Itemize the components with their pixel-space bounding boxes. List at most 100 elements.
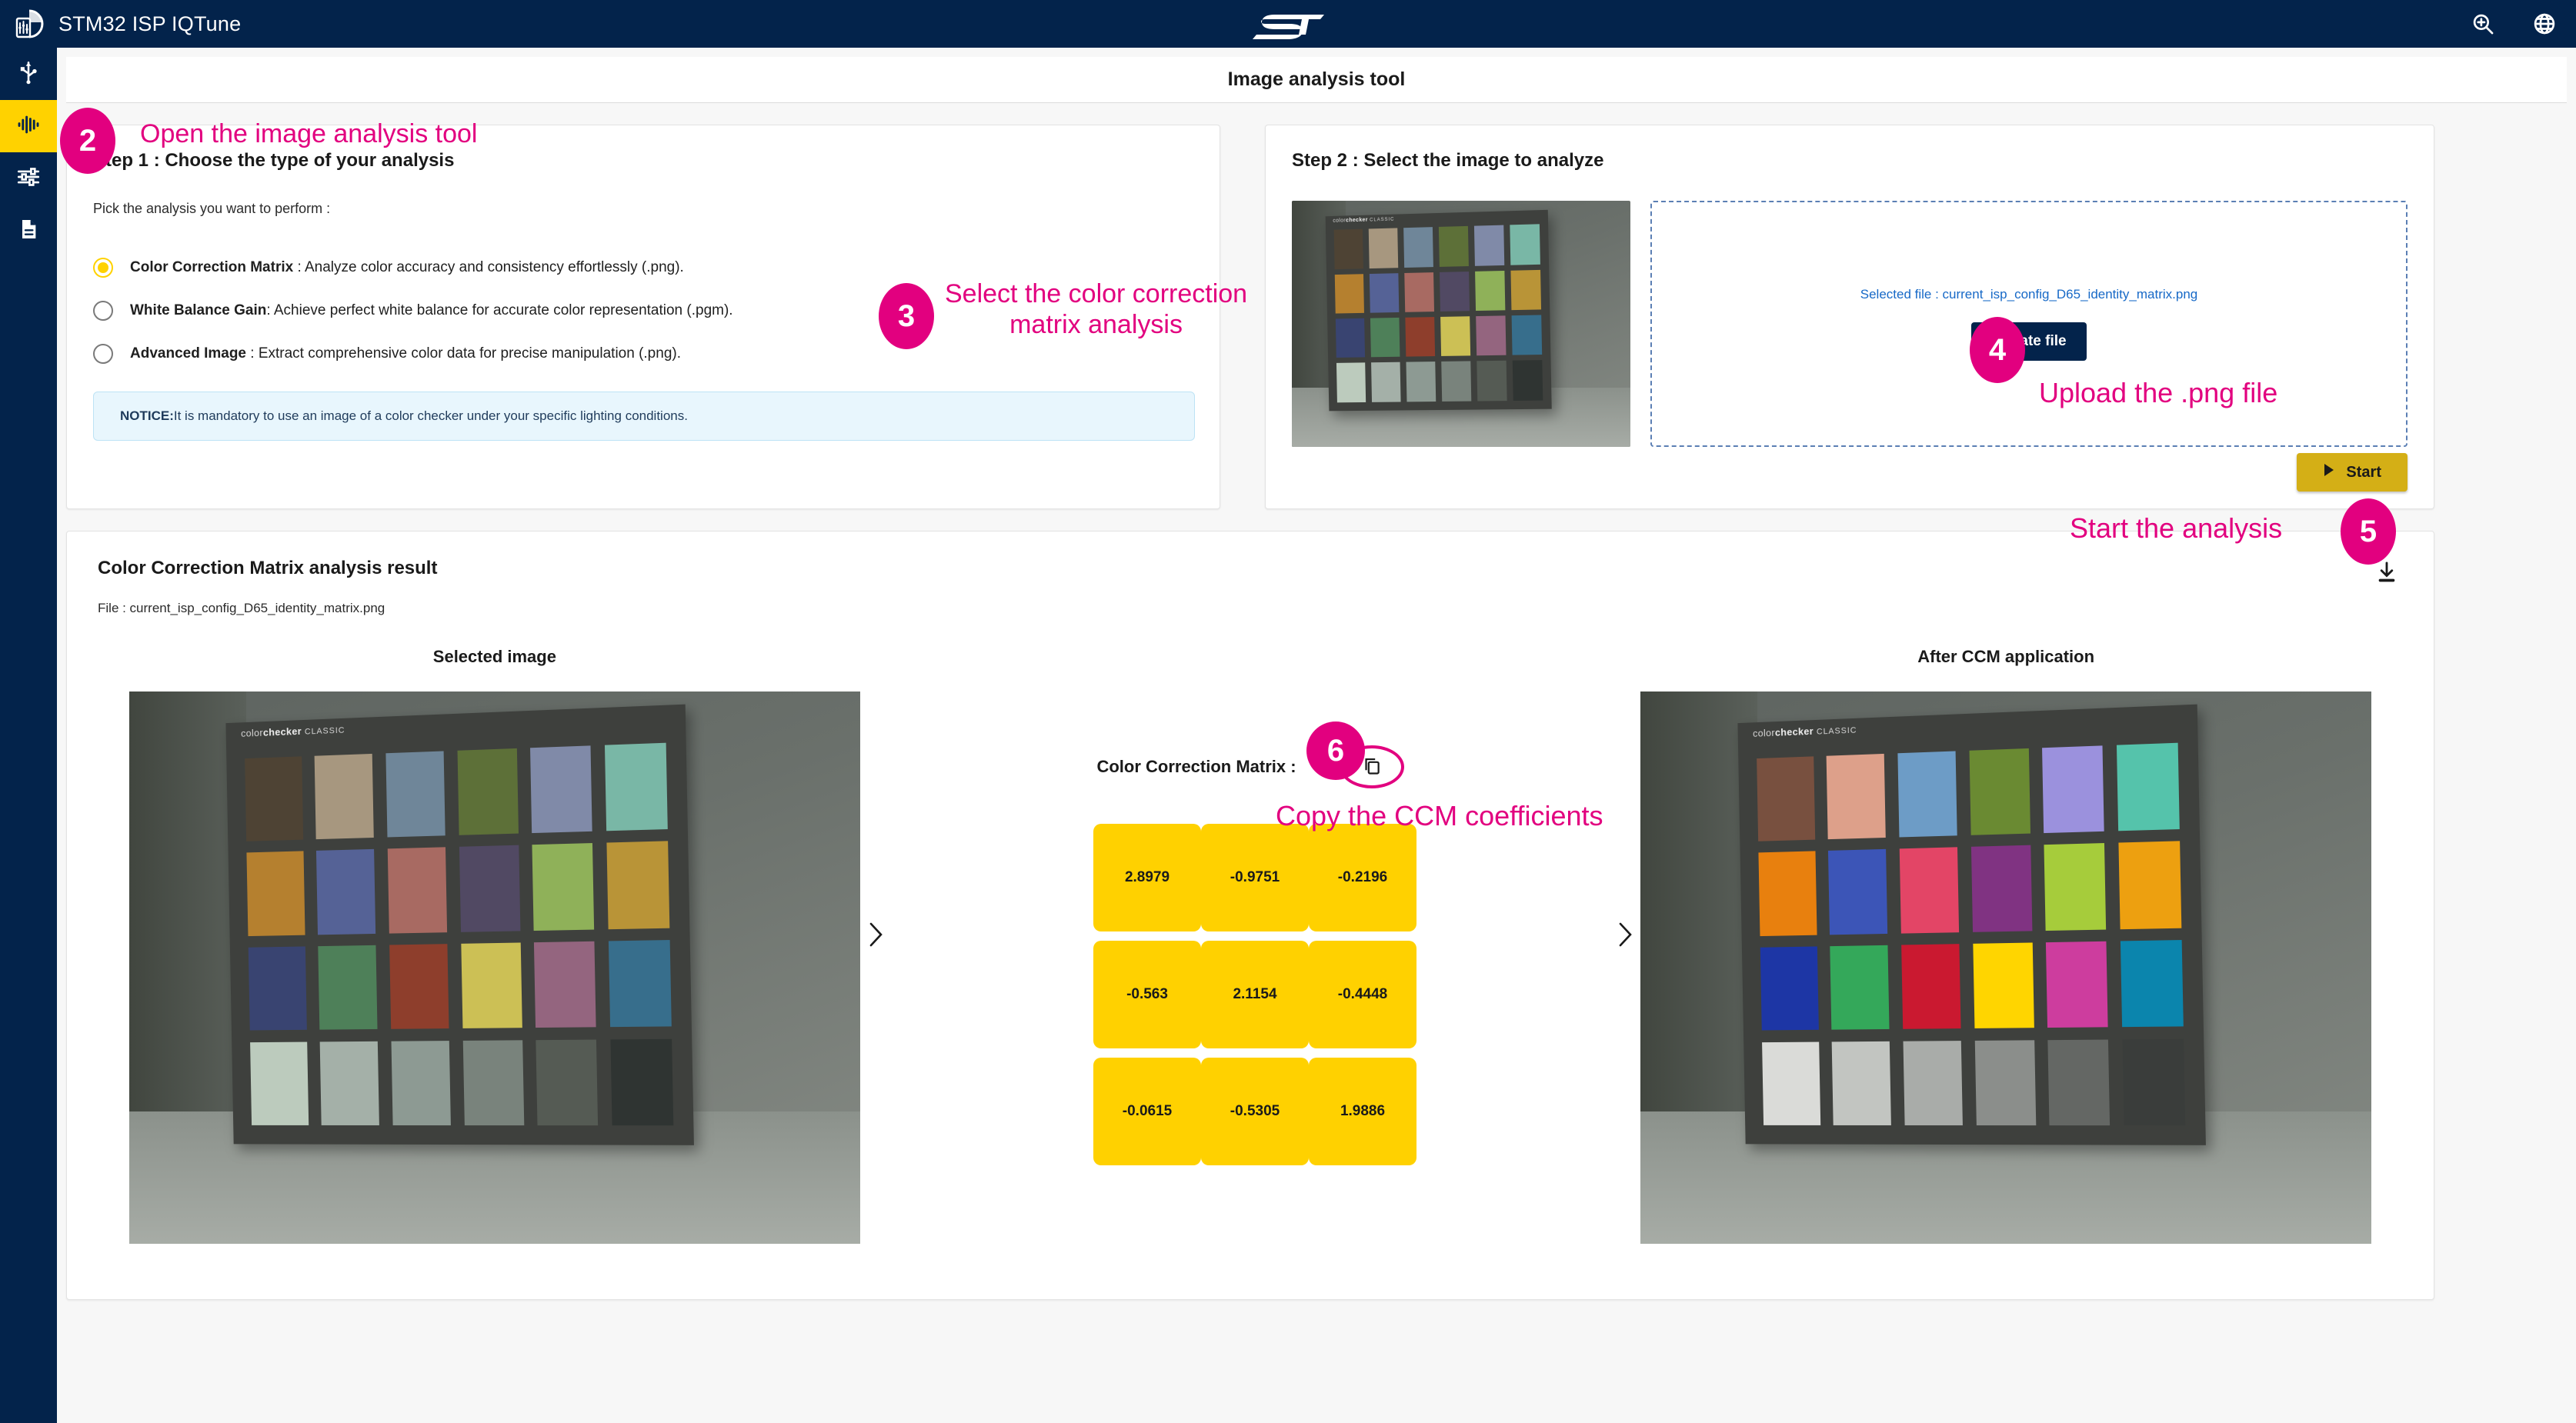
color-patch xyxy=(2121,1038,2185,1126)
result-title: Color Correction Matrix analysis result xyxy=(98,558,438,578)
color-checker-scene-thumb: colorchecker CLASSIC xyxy=(1292,201,1630,447)
annotation-text-2: Open the image analysis tool xyxy=(140,119,478,148)
result-card: Color Correction Matrix analysis result … xyxy=(66,531,2434,1300)
color-patch xyxy=(2120,939,2184,1028)
color-checker-title: colorchecker CLASSIC xyxy=(241,725,345,739)
ccm-cell: 1.9886 xyxy=(1309,1058,1416,1165)
color-patch xyxy=(1830,945,1890,1030)
brand: STM32 ISP IQTune xyxy=(14,8,241,39)
file-dropzone[interactable]: Selected file : current_isp_config_D65_i… xyxy=(1650,201,2407,447)
after-ccm-image-view: colorchecker CLASSIC xyxy=(1640,692,2372,1244)
iqtune-logo-icon xyxy=(14,8,45,39)
color-patch xyxy=(610,1038,674,1126)
color-patch xyxy=(248,946,307,1031)
start-button[interactable]: Start xyxy=(2297,453,2407,492)
radio-label: White Balance Gain: Achieve perfect whit… xyxy=(130,302,733,318)
color-patch xyxy=(318,945,378,1030)
color-patch xyxy=(605,741,668,831)
color-patch xyxy=(2042,745,2104,833)
result-grid: Selected image colorchecker CLASSIC Colo… xyxy=(98,647,2403,1244)
notice-label: NOTICE: xyxy=(120,408,174,423)
color-patch xyxy=(461,942,523,1029)
radio-label: Advanced Image : Extract comprehensive c… xyxy=(130,345,681,362)
waveform-icon xyxy=(15,111,42,142)
app-title: STM32 ISP IQTune xyxy=(58,12,242,35)
color-patch xyxy=(1513,360,1543,401)
after-ccm-pane: After CCM application colorchecker CLASS… xyxy=(1609,647,2403,1244)
radio-indicator[interactable] xyxy=(93,344,113,364)
color-patch xyxy=(1441,361,1472,402)
color-checker-title: colorchecker CLASSIC xyxy=(1333,217,1395,224)
notice-banner: NOTICE: It is mandatory to use an image … xyxy=(93,392,1195,441)
color-patch xyxy=(1369,228,1399,268)
color-patch xyxy=(1370,272,1400,313)
zoom-in-icon[interactable] xyxy=(2470,11,2496,37)
color-patch xyxy=(1510,269,1541,311)
ccm-cell: -0.5305 xyxy=(1201,1058,1309,1165)
start-area: Start xyxy=(2297,453,2407,492)
color-patch xyxy=(1974,1040,2036,1126)
selected-file-label: Selected file : current_isp_config_D65_i… xyxy=(1860,287,2198,302)
step2-card: Step 2 : Select the image to analyze col… xyxy=(1265,125,2434,509)
color-patch xyxy=(391,1040,452,1126)
annotation-text-3: Select the color correction matrix analy… xyxy=(945,279,1248,340)
ccm-label: Color Correction Matrix : xyxy=(1096,757,1296,776)
annotation-badge-6: 6 xyxy=(1306,721,1365,780)
color-patch xyxy=(1756,755,1815,841)
color-patch xyxy=(1826,753,1886,839)
sidebar-item-report[interactable] xyxy=(0,205,57,257)
color-patch xyxy=(1831,1041,1891,1126)
color-patch xyxy=(1902,1040,1963,1126)
color-patch xyxy=(459,845,521,932)
ccm-cell: -0.0615 xyxy=(1093,1058,1201,1165)
sidebar-item-usb-connection[interactable] xyxy=(0,48,57,100)
color-checker-scene-before: colorchecker CLASSIC xyxy=(128,692,860,1244)
radio-indicator[interactable] xyxy=(93,301,113,321)
sidebar xyxy=(0,48,57,1423)
color-patch xyxy=(532,843,595,931)
color-checker-chart: colorchecker CLASSIC xyxy=(1325,209,1553,412)
steps-row: Step 1 : Choose the type of your analysi… xyxy=(66,125,2567,509)
color-patch xyxy=(1760,946,1819,1031)
color-checker-title: colorchecker CLASSIC xyxy=(1752,725,1857,739)
color-checker-chart: colorchecker CLASSIC xyxy=(225,704,694,1145)
color-patch xyxy=(1403,227,1433,268)
color-patch xyxy=(1476,315,1507,356)
color-patch xyxy=(1757,851,1817,936)
color-checker-scene-after: colorchecker CLASSIC xyxy=(1640,692,2372,1244)
color-patch xyxy=(1900,944,1961,1029)
annotation-badge-2: 2 xyxy=(60,108,115,174)
selected-image-pane: Selected image colorchecker CLASSIC xyxy=(98,647,892,1244)
color-patch xyxy=(385,750,446,837)
color-patch xyxy=(316,848,376,935)
prev-result-chevron-right-icon[interactable] xyxy=(864,918,887,951)
color-patch xyxy=(1371,362,1401,402)
usb-icon xyxy=(15,59,42,89)
pick-analysis-label: Pick the analysis you want to perform : xyxy=(93,201,331,216)
download-icon[interactable] xyxy=(2374,559,2400,585)
page-title: Image analysis tool xyxy=(1227,68,1406,90)
color-patch xyxy=(1336,318,1365,358)
after-ccm-label: After CCM application xyxy=(1917,647,2095,666)
color-patch xyxy=(1827,848,1887,935)
sidebar-item-tuning[interactable] xyxy=(0,152,57,205)
color-patch xyxy=(1439,226,1469,267)
step2-heading: Step 2 : Select the image to analyze xyxy=(1292,150,1604,171)
next-result-chevron-right-icon[interactable] xyxy=(1613,918,1637,951)
color-patch xyxy=(2116,741,2180,831)
ccm-matrix: 2.8979 -0.9751 -0.2196 -0.563 2.1154 -0.… xyxy=(1089,819,1416,1170)
color-patch xyxy=(250,1041,309,1125)
selected-image-thumbnail: colorchecker CLASSIC xyxy=(1292,201,1630,447)
color-patch xyxy=(1898,847,1960,933)
color-patch xyxy=(1440,271,1470,312)
top-bar: STM32 ISP IQTune xyxy=(0,0,2576,48)
color-patch xyxy=(1512,315,1543,355)
globe-icon[interactable] xyxy=(2531,11,2558,37)
annotation-badge-4: 4 xyxy=(1970,317,2025,383)
ccm-cell: -0.9751 xyxy=(1201,824,1309,931)
radio-indicator[interactable] xyxy=(93,258,113,278)
sidebar-item-image-analysis[interactable] xyxy=(0,100,57,152)
annotation-text-4: Upload the .png file xyxy=(2039,377,2278,408)
color-patch xyxy=(1336,362,1366,402)
color-patch xyxy=(1370,318,1400,358)
